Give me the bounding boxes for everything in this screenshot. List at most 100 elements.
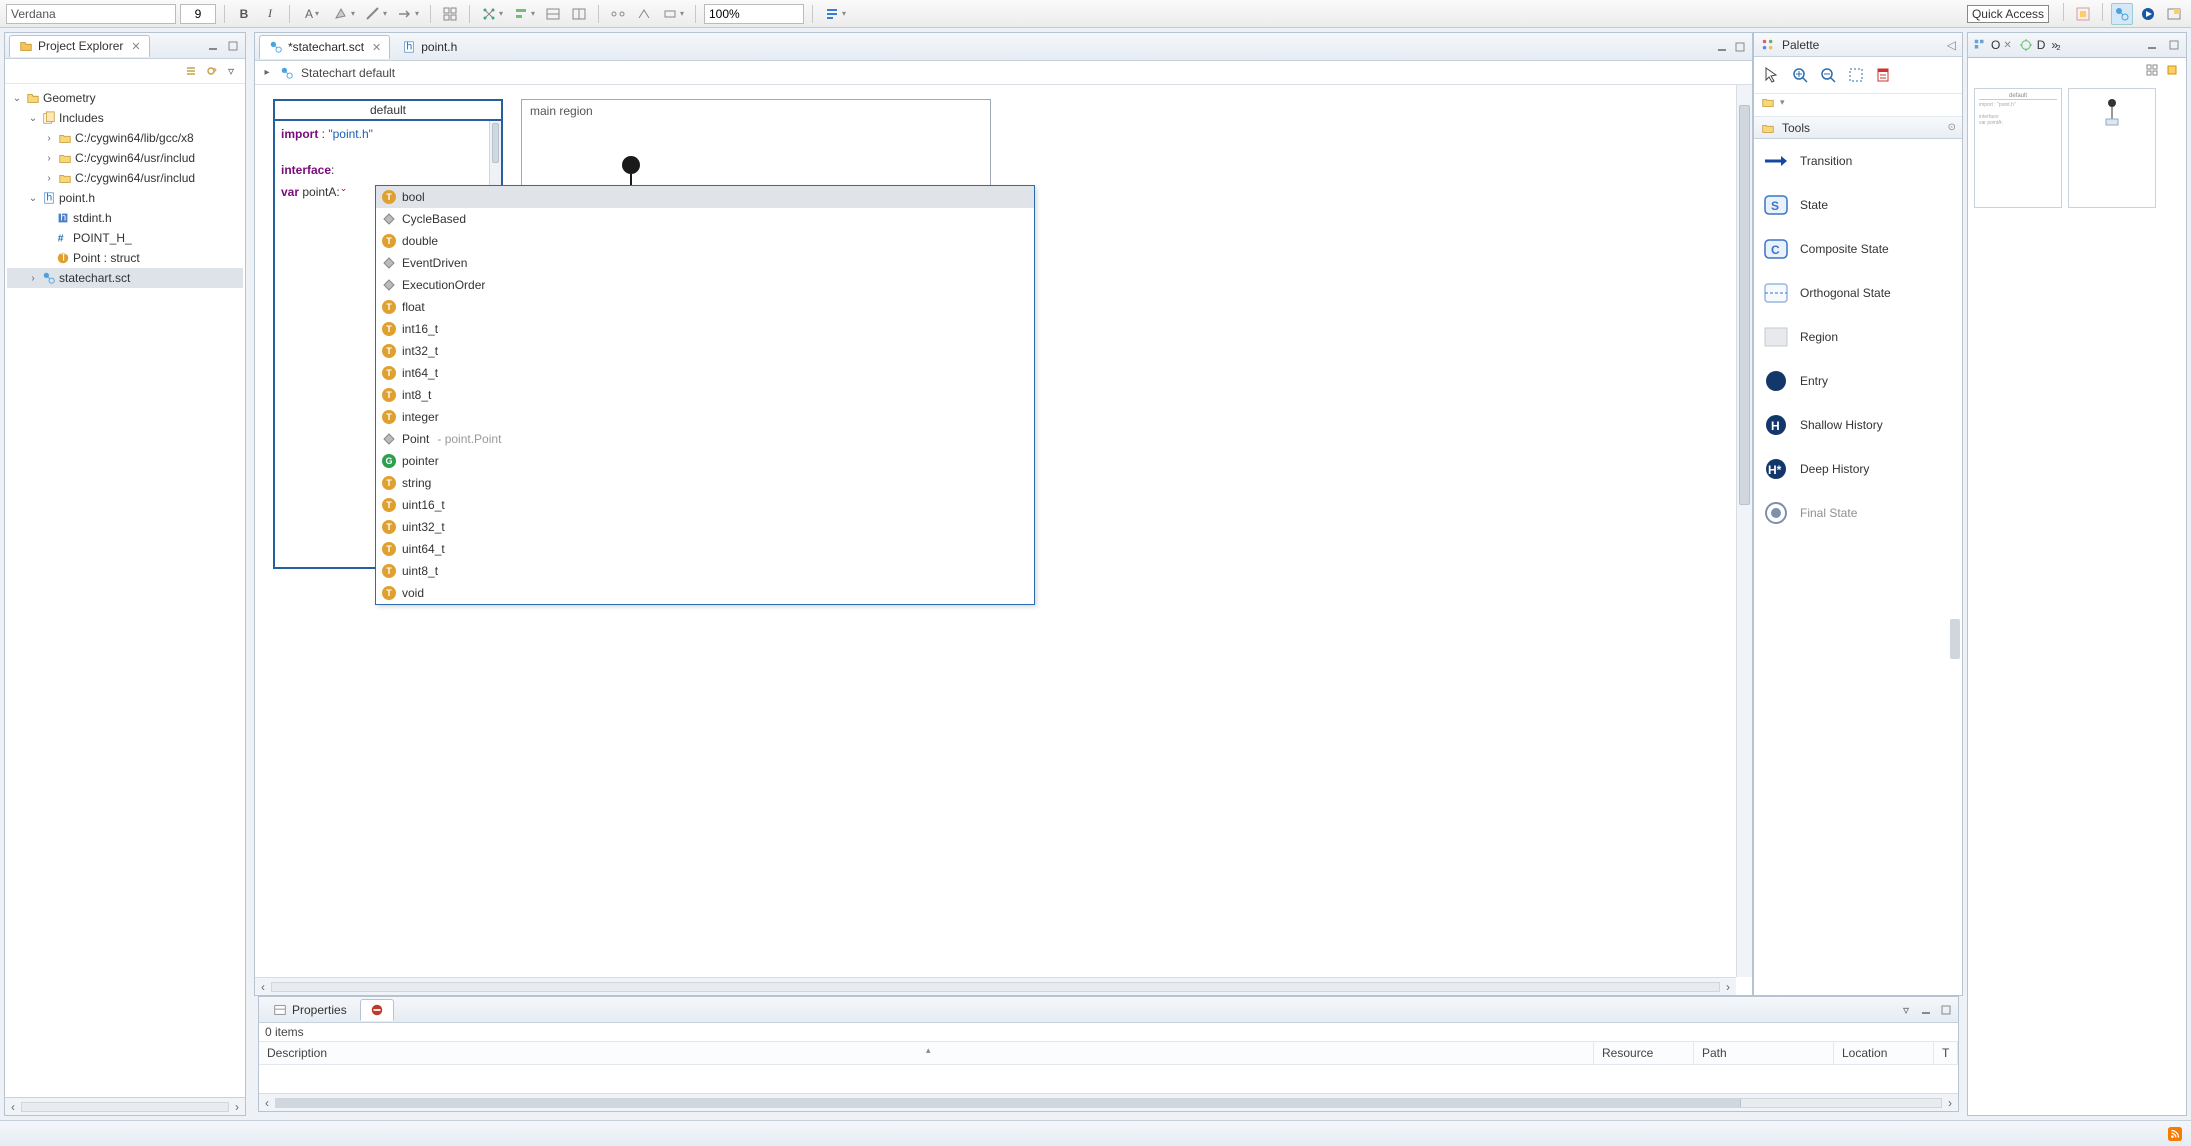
zoom-out-button[interactable] — [1816, 63, 1840, 87]
autocomplete-item[interactable]: CycleBased — [376, 208, 1034, 230]
editor-tab-statechart[interactable]: *statechart.sct ✕ — [259, 35, 390, 59]
column-resource[interactable]: Resource — [1594, 1042, 1694, 1064]
maximize-button[interactable] — [1732, 39, 1748, 55]
column-location[interactable]: Location — [1834, 1042, 1934, 1064]
palette-composite-state[interactable]: C Composite State — [1754, 227, 1962, 271]
autocomplete-item[interactable]: Tfloat — [376, 296, 1034, 318]
autocomplete-item[interactable]: Tint32_t — [376, 340, 1034, 362]
font-size-select[interactable] — [180, 4, 216, 24]
project-tree[interactable]: ⌄ Geometry ⌄ Includes › C:/cygwin64/lib/… — [5, 84, 245, 1097]
statechart-canvas[interactable]: default import : "point.h" interface: va… — [255, 85, 1752, 995]
layout-button-2[interactable] — [568, 3, 590, 25]
close-icon[interactable]: ✕ — [131, 40, 140, 53]
autocomplete-item[interactable]: Tvoid — [376, 582, 1034, 604]
folder-icon[interactable] — [1760, 94, 1776, 110]
bold-button[interactable]: B — [233, 3, 255, 25]
tree-project-root[interactable]: ⌄ Geometry — [7, 88, 243, 108]
perspective-button-2[interactable] — [2163, 3, 2185, 25]
minimize-button[interactable] — [2144, 37, 2160, 53]
quick-access-field[interactable]: Quick Access — [1967, 5, 2049, 23]
explorer-h-scrollbar[interactable]: ‹› — [5, 1097, 245, 1115]
more-views-button[interactable]: »₂ — [2051, 38, 2058, 52]
minimap-definition[interactable]: default import : "point.h"interface:var … — [1974, 88, 2062, 208]
run-button[interactable] — [2137, 3, 2159, 25]
autocomplete-item[interactable]: Tuint64_t — [376, 538, 1034, 560]
palette-orthogonal-state[interactable]: Orthogonal State — [1754, 271, 1962, 315]
palette-state[interactable]: S State — [1754, 183, 1962, 227]
autocomplete-item[interactable]: Point - point.Point — [376, 428, 1034, 450]
tree-includes[interactable]: ⌄ Includes — [7, 108, 243, 128]
outline-button[interactable] — [659, 3, 687, 25]
view-menu-button[interactable]: ▿ — [223, 63, 239, 79]
zoom-select[interactable] — [704, 4, 804, 24]
connect-button-2[interactable] — [633, 3, 655, 25]
outline-minimap[interactable]: default import : "point.h"interface:var … — [1967, 82, 2187, 1116]
zoom-in-button[interactable] — [1788, 63, 1812, 87]
tree-include-path-3[interactable]: › C:/cygwin64/usr/includ — [7, 168, 243, 188]
fill-color-button[interactable] — [330, 3, 358, 25]
canvas-h-scrollbar[interactable]: ‹› — [255, 977, 1736, 995]
paragraph-button[interactable] — [821, 3, 849, 25]
tree-point-struct[interactable]: T Point : struct — [7, 248, 243, 268]
minimize-button[interactable] — [205, 38, 221, 54]
collapse-all-button[interactable] — [183, 63, 199, 79]
palette-collapse-button[interactable]: ◁ — [1947, 38, 1956, 52]
maximize-button[interactable] — [2166, 37, 2182, 53]
font-family-select[interactable] — [6, 4, 176, 24]
debug-view-tab[interactable]: D — [2018, 37, 2046, 53]
link-editor-button[interactable] — [203, 63, 219, 79]
autocomplete-item[interactable]: Tuint8_t — [376, 560, 1034, 582]
breadcrumb[interactable]: ▸ Statechart default — [255, 61, 1752, 85]
palette-deep-history[interactable]: H* Deep History — [1754, 447, 1962, 491]
autocomplete-item[interactable]: Tuint32_t — [376, 516, 1034, 538]
connect-button-1[interactable] — [607, 3, 629, 25]
layout-button-1[interactable] — [542, 3, 564, 25]
close-icon[interactable]: ✕ — [372, 41, 381, 54]
align-button[interactable] — [510, 3, 538, 25]
autocomplete-item[interactable]: Tinteger — [376, 406, 1034, 428]
problems-table-header[interactable]: Description▴ Resource Path Location T — [259, 1041, 1958, 1065]
minimap-region[interactable] — [2068, 88, 2156, 208]
grid-view-button[interactable] — [439, 3, 461, 25]
distribute-button[interactable] — [478, 3, 506, 25]
problems-h-scrollbar[interactable]: ‹› — [259, 1093, 1958, 1111]
font-color-button[interactable]: A — [298, 3, 326, 25]
autocomplete-item[interactable]: Gpointer — [376, 450, 1034, 472]
autocomplete-popup[interactable]: TboolCycleBasedTdoubleEventDrivenExecuti… — [375, 185, 1035, 605]
note-button[interactable] — [1872, 63, 1896, 87]
arrow-style-button[interactable] — [394, 3, 422, 25]
palette-entry[interactable]: Entry — [1754, 359, 1962, 403]
properties-tab[interactable]: Properties — [263, 999, 356, 1021]
pin-icon[interactable]: ⊙ — [1948, 122, 1956, 133]
autocomplete-item[interactable]: Tbool — [376, 186, 1034, 208]
autocomplete-item[interactable]: Tint16_t — [376, 318, 1034, 340]
tree-statechart-sct[interactable]: › statechart.sct — [7, 268, 243, 288]
autocomplete-item[interactable]: Tdouble — [376, 230, 1034, 252]
column-description[interactable]: Description▴ — [259, 1042, 1594, 1064]
canvas-v-scrollbar[interactable] — [1736, 85, 1752, 977]
minimize-button[interactable] — [1714, 39, 1730, 55]
maximize-button[interactable] — [225, 38, 241, 54]
editor-tab-point-h[interactable]: h point.h — [392, 35, 466, 59]
column-path[interactable]: Path — [1694, 1042, 1834, 1064]
tree-include-path-2[interactable]: › C:/cygwin64/usr/includ — [7, 148, 243, 168]
rss-icon[interactable] — [2167, 1126, 2183, 1142]
autocomplete-item[interactable]: Tuint16_t — [376, 494, 1034, 516]
italic-button[interactable]: I — [259, 3, 281, 25]
tree-point-h-macro[interactable]: # POINT_H_ — [7, 228, 243, 248]
perspective-statechart-button[interactable] — [2111, 3, 2133, 25]
tree-stdint-h[interactable]: h stdint.h — [7, 208, 243, 228]
tree-include-path-1[interactable]: › C:/cygwin64/lib/gcc/x8 — [7, 128, 243, 148]
palette-v-scrollbar[interactable] — [1950, 619, 1960, 659]
palette-final-state[interactable]: Final State — [1754, 491, 1962, 535]
select-tool-button[interactable] — [1760, 63, 1784, 87]
perspective-button-1[interactable] — [2072, 3, 2094, 25]
palette-region[interactable]: Region — [1754, 315, 1962, 359]
problems-tab[interactable] — [360, 999, 394, 1021]
line-color-button[interactable] — [362, 3, 390, 25]
outline-tool-2[interactable] — [2164, 62, 2180, 78]
autocomplete-item[interactable]: Tint64_t — [376, 362, 1034, 384]
view-menu-button[interactable]: ▿ — [1898, 1002, 1914, 1018]
autocomplete-item[interactable]: ExecutionOrder — [376, 274, 1034, 296]
autocomplete-item[interactable]: EventDriven — [376, 252, 1034, 274]
